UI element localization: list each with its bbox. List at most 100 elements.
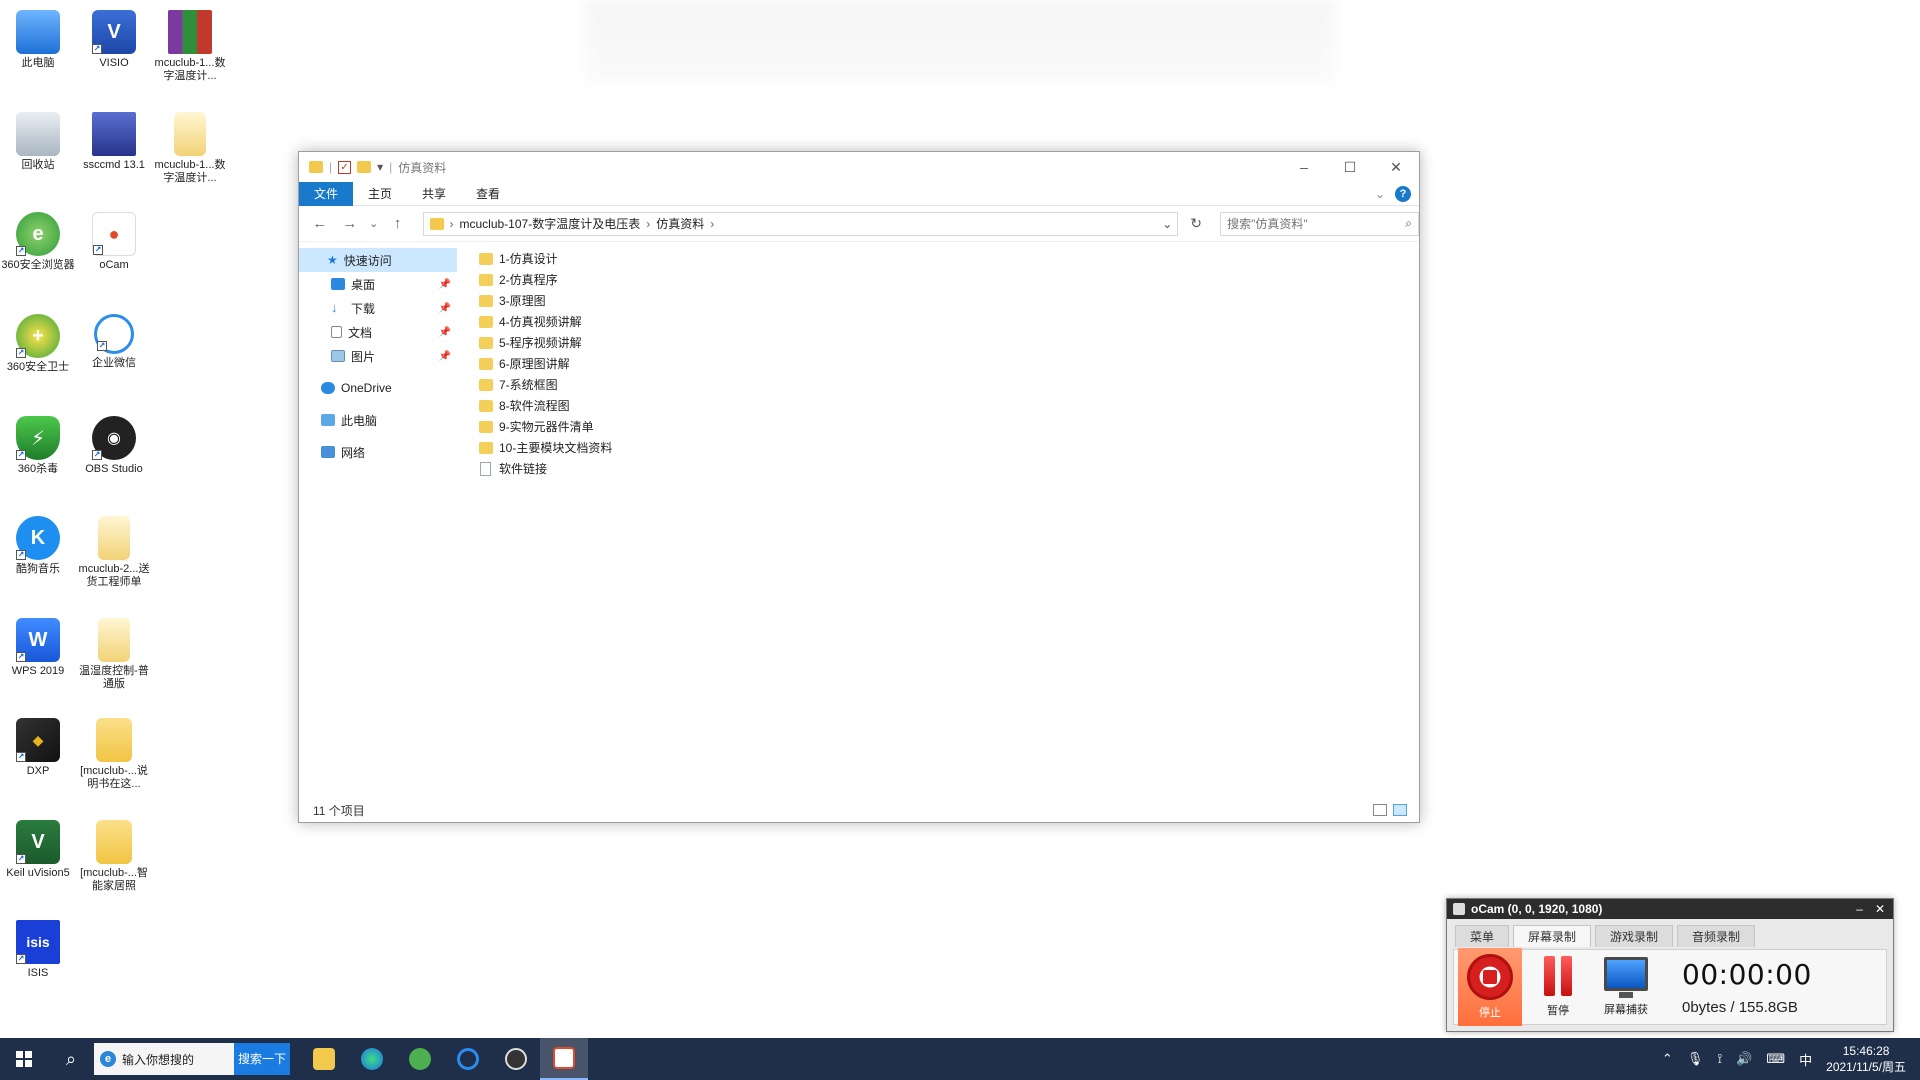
nav-item-pictures[interactable]: 图片 📌 [299,344,457,368]
breadcrumb-item[interactable]: 仿真资料 [656,215,704,232]
taskbar-search-box[interactable]: e 输入你想搜的 [94,1043,234,1075]
edge-icon [361,1048,383,1070]
list-item[interactable]: 9-实物元器件清单 [479,416,1419,437]
nav-item-desktop[interactable]: 桌面 📌 [299,272,457,296]
desktop-icon-mcuclub-rar[interactable]: mcuclub-1...数字温度计... [152,6,228,83]
search-icon[interactable]: ⌕ [48,1049,94,1070]
taskbar-search-button[interactable]: 搜索一下 [234,1043,290,1075]
wps-icon: W ↗ [16,618,60,662]
clock[interactable]: 15:46:28 2021/11/5/周五 [1826,1043,1906,1075]
pin-icon[interactable]: 📌 [439,279,451,290]
nav-item-quick-access[interactable]: ★ 快速访问 [299,248,457,272]
refresh-button[interactable]: ↻ [1182,215,1210,232]
list-item[interactable]: 2-仿真程序 [479,269,1419,290]
taskbar-app-360[interactable] [396,1038,444,1080]
stop-button[interactable]: 停止 [1458,948,1522,1026]
desktop-icon-mcuclub-2[interactable]: mcuclub-2...送货工程师单 [76,512,152,589]
nav-item-network[interactable]: 网络 [299,440,457,464]
back-button[interactable]: ← [307,215,333,232]
list-item[interactable]: 5-程序视频讲解 [479,332,1419,353]
tab-home[interactable]: 主页 [353,182,407,206]
network-icon[interactable]: ⟟ [1717,1051,1722,1067]
folder-icon [479,399,493,412]
desktop-icon-mcuclub-smarthome[interactable]: [mcuclub-...智能家居照 [76,816,152,893]
large-icons-view-icon[interactable] [1393,804,1407,816]
list-item[interactable]: 7-系统框图 [479,374,1419,395]
tab-file[interactable]: 文件 [299,181,354,206]
tab-view[interactable]: 查看 [461,182,515,206]
desktop-icon-kugou[interactable]: K ↗ 酷狗音乐 [0,512,76,576]
taskbar-app-ocam[interactable] [540,1038,588,1080]
desktop-icon-ssccmd[interactable]: ssccmd 13.1 [76,108,152,172]
desktop-icon-ocam[interactable]: ● ↗ oCam [76,208,152,272]
nav-item-downloads[interactable]: ↓ 下载 📌 [299,296,457,320]
volume-icon[interactable]: 🔊 [1736,1051,1752,1067]
screen-capture-button[interactable]: 屏幕捕获 [1594,948,1658,1026]
search-input[interactable] [1227,216,1406,231]
desktop-icon-wecom[interactable]: ↗ 企业微信 [76,310,152,370]
ribbon-tabs: 文件 主页 共享 查看 ⌄ ? [299,181,1419,206]
list-item[interactable]: 4-仿真视频讲解 [479,311,1419,332]
desktop-icon-dxp[interactable]: ◆ ↗ DXP [0,714,76,778]
nav-item-documents[interactable]: 文档 📌 [299,320,457,344]
list-item[interactable]: 1-仿真设计 [479,248,1419,269]
search-box[interactable]: ⌕ [1220,211,1420,236]
start-button[interactable] [0,1038,48,1080]
desktop-icon-temp-control[interactable]: 温湿度控制-普通版 [76,614,152,691]
list-item[interactable]: 软件链接 [479,458,1419,479]
forward-button[interactable]: → [337,215,363,232]
desktop-icon-360-antivirus[interactable]: ⚡ ↗ 360杀毒 [0,412,76,476]
list-item[interactable]: 8-软件流程图 [479,395,1419,416]
ocam-title-bar: oCam (0, 0, 1920, 1080) – ✕ [1447,899,1893,919]
taskbar-app-wecom[interactable] [444,1038,492,1080]
taskbar-app-file-explorer[interactable] [300,1038,348,1080]
tab-share[interactable]: 共享 [407,182,461,206]
desktop-icon-wps[interactable]: W ↗ WPS 2019 [0,614,76,678]
microphone-icon[interactable]: 🎙 [1687,1051,1704,1067]
desktop-icon-mcuclub-manual[interactable]: [mcuclub-...说明书在这... [76,714,152,791]
list-item[interactable]: 10-主要模块文档资料 [479,437,1419,458]
breadcrumb-item[interactable]: mcuclub-107-数字温度计及电压表 [460,215,641,232]
desktop-icon-obs[interactable]: ◉ ↗ OBS Studio [76,412,152,476]
desktop-icon-360-browser[interactable]: e ↗ 360安全浏览器 [0,208,76,272]
help-icon[interactable]: ? [1395,185,1411,202]
desktop-icon-visio[interactable]: V ↗ VISIO [76,6,152,70]
chevron-down-icon[interactable]: ⌄ [1157,217,1177,231]
recent-locations-button[interactable]: ⌄ [367,217,381,230]
details-view-icon[interactable] [1373,804,1387,816]
taskbar-app-obs[interactable] [492,1038,540,1080]
minimize-button[interactable]: – [1281,152,1327,182]
chevron-up-icon[interactable]: ⌃ [1662,1051,1673,1067]
pin-icon[interactable]: 📌 [439,327,451,338]
address-bar[interactable]: › mcuclub-107-数字温度计及电压表 › 仿真资料 › ⌄ [422,211,1179,236]
close-button[interactable]: ✕ [1875,902,1885,916]
pin-icon[interactable]: 📌 [439,303,451,314]
desktop-icon-this-pc[interactable]: 此电脑 [0,6,76,70]
desktop-icon-mcuclub-folder[interactable]: mcuclub-1...数字温度计... [152,108,228,185]
up-button[interactable]: ↑ [385,215,411,232]
minimize-button[interactable]: – [1856,902,1863,916]
tab-screen-recording[interactable]: 屏幕录制 [1513,925,1592,947]
tab-menu[interactable]: 菜单 [1455,925,1510,947]
desktop-icon-isis[interactable]: isis ↗ ISIS [0,916,76,980]
properties-icon[interactable]: ✓ [338,160,352,174]
taskbar-app-edge[interactable] [348,1038,396,1080]
pause-button[interactable]: 暂停 [1526,948,1590,1026]
ime-indicator[interactable]: 中 [1799,1050,1812,1069]
desktop-icon-recycle-bin[interactable]: 回收站 [0,108,76,172]
expand-ribbon-icon[interactable]: ⌄ [1375,187,1385,201]
tab-game-recording[interactable]: 游戏录制 [1595,925,1674,947]
nav-item-onedrive[interactable]: OneDrive [299,376,457,400]
customize-toolbar-icon[interactable]: ▾ [377,160,383,174]
desktop-icon-keil[interactable]: V ↗ Keil uVision5 [0,816,76,880]
tab-audio-recording[interactable]: 音频录制 [1677,925,1756,947]
list-item[interactable]: 3-原理图 [479,290,1419,311]
maximize-button[interactable]: ☐ [1327,152,1373,182]
nav-item-this-pc[interactable]: 此电脑 [299,408,457,432]
keyboard-icon[interactable]: ⌨ [1766,1051,1785,1067]
list-item[interactable]: 6-原理图讲解 [479,353,1419,374]
desktop-icon-360-safe[interactable]: + ↗ 360安全卫士 [0,310,76,374]
close-button[interactable]: ✕ [1373,152,1419,182]
pin-icon[interactable]: 📌 [439,351,451,362]
new-folder-icon[interactable] [357,161,372,173]
